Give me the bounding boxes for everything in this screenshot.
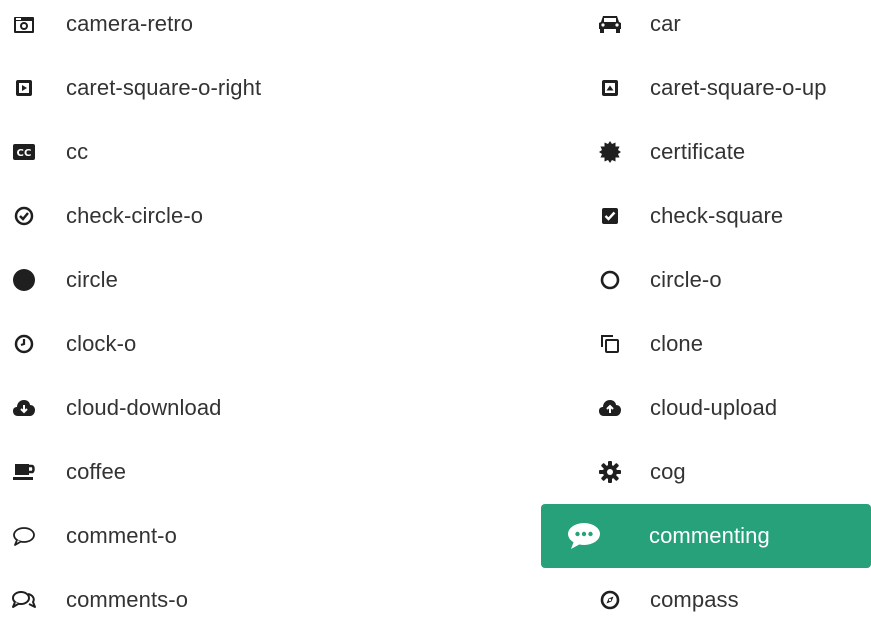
icon-item-car[interactable]: car — [541, 0, 871, 56]
certificate-icon — [590, 132, 630, 172]
car-icon — [590, 4, 630, 44]
icon-item-label: comment-o — [66, 523, 177, 548]
icon-list: camera-retro caret-square-o-right CC cc … — [0, 0, 871, 615]
icon-item-check-square[interactable]: check-square — [541, 184, 871, 248]
clock-o-icon — [4, 324, 44, 364]
icon-item-label: caret-square-o-up — [650, 75, 827, 100]
icon-list-right-column: car caret-square-o-up certificate check-… — [541, 0, 871, 632]
icon-item-label: caret-square-o-right — [66, 75, 262, 100]
icon-item-label: clock-o — [66, 331, 137, 356]
check-square-icon — [590, 196, 630, 236]
icon-item-label: cloud-download — [66, 395, 222, 420]
comment-o-icon — [4, 516, 44, 556]
icon-item-caret-square-o-up[interactable]: caret-square-o-up — [541, 56, 871, 120]
icon-item-circle-o[interactable]: circle-o — [541, 248, 871, 312]
circle-icon — [4, 260, 44, 300]
icon-item-clone[interactable]: clone — [541, 312, 871, 376]
icon-item-label: comments-o — [66, 587, 189, 612]
cc-icon: CC — [4, 132, 44, 172]
clone-icon — [590, 324, 630, 364]
cloud-upload-icon — [590, 388, 630, 428]
icon-item-label: circle — [66, 267, 118, 292]
icon-list-left-column: camera-retro caret-square-o-right CC cc … — [0, 0, 470, 632]
icon-item-clock-o[interactable]: clock-o — [0, 312, 470, 376]
icon-item-label: cog — [650, 459, 686, 484]
icon-item-label: car — [650, 11, 681, 36]
caret-square-o-up-icon — [590, 68, 630, 108]
icon-item-label: clone — [650, 331, 704, 356]
commenting-icon — [564, 516, 604, 556]
icon-item-label: cc — [66, 139, 89, 164]
caret-square-o-right-icon — [4, 68, 44, 108]
icon-item-label: coffee — [66, 459, 127, 484]
cog-icon — [590, 452, 630, 492]
icon-item-label: check-circle-o — [66, 203, 204, 228]
icon-item-certificate[interactable]: certificate — [541, 120, 871, 184]
icon-item-coffee[interactable]: coffee — [0, 440, 470, 504]
icon-item-label: camera-retro — [66, 11, 194, 36]
icon-item-cloud-download[interactable]: cloud-download — [0, 376, 470, 440]
icon-item-commenting[interactable]: commenting — [541, 504, 871, 568]
check-circle-o-icon — [4, 196, 44, 236]
icon-item-label: cloud-upload — [650, 395, 778, 420]
icon-item-cloud-upload[interactable]: cloud-upload — [541, 376, 871, 440]
icon-item-label: commenting — [649, 523, 770, 548]
icon-item-compass[interactable]: compass — [541, 568, 871, 632]
icon-item-circle[interactable]: circle — [0, 248, 470, 312]
coffee-icon — [4, 452, 44, 492]
icon-item-label: compass — [650, 587, 739, 612]
cloud-download-icon — [4, 388, 44, 428]
compass-icon — [590, 580, 630, 620]
icon-item-comment-o[interactable]: comment-o — [0, 504, 470, 568]
icon-item-camera-retro[interactable]: camera-retro — [0, 0, 470, 56]
svg-text:CC: CC — [17, 148, 32, 159]
icon-item-cog[interactable]: cog — [541, 440, 871, 504]
camera-retro-icon — [4, 4, 44, 44]
icon-item-cc[interactable]: CC cc — [0, 120, 470, 184]
icon-item-caret-square-o-right[interactable]: caret-square-o-right — [0, 56, 470, 120]
icon-item-label: circle-o — [650, 267, 722, 292]
icon-item-check-circle-o[interactable]: check-circle-o — [0, 184, 470, 248]
circle-o-icon — [590, 260, 630, 300]
comments-o-icon — [4, 580, 44, 620]
icon-item-label: certificate — [650, 139, 746, 164]
icon-item-comments-o[interactable]: comments-o — [0, 568, 470, 632]
icon-item-label: check-square — [650, 203, 784, 228]
